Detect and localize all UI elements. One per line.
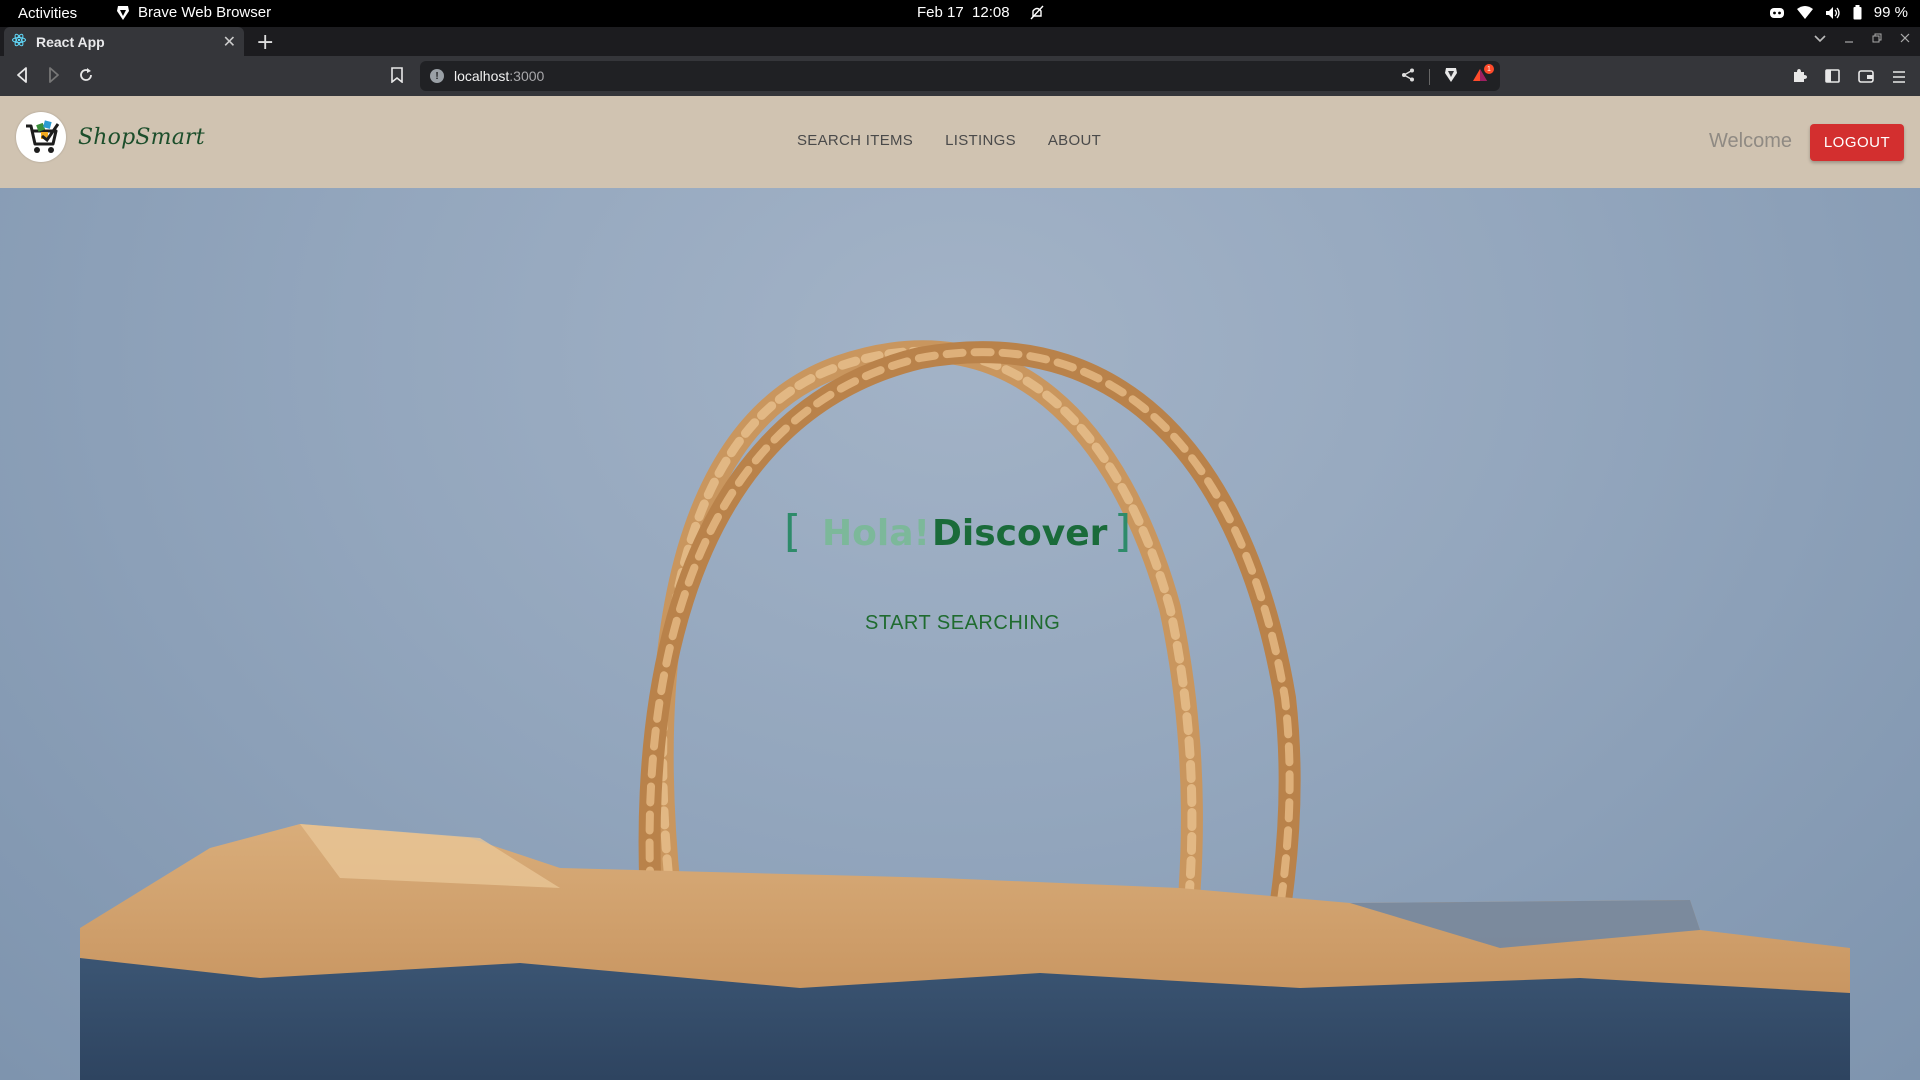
app-navbar: ShopSmart SEARCH ITEMS LISTINGS ABOUT We… (0, 96, 1920, 188)
react-favicon-icon (12, 33, 26, 50)
battery-icon[interactable] (1853, 5, 1862, 20)
logout-button[interactable]: LOGOUT (1810, 124, 1904, 161)
welcome-text: Welcome (1709, 130, 1792, 152)
page-viewport: ShopSmart SEARCH ITEMS LISTINGS ABOUT We… (0, 96, 1920, 1080)
clock[interactable]: Feb 17 12:08 (917, 4, 1044, 21)
brand[interactable]: ShopSmart (16, 112, 205, 162)
nav-links: SEARCH ITEMS LISTINGS ABOUT (797, 132, 1101, 149)
app-menu[interactable]: Brave Web Browser (116, 4, 271, 21)
share-icon[interactable] (1401, 68, 1415, 85)
bracket-left: [ (784, 506, 802, 557)
date-text: Feb 17 (917, 4, 964, 21)
start-searching-link[interactable]: START SEARCHING (865, 612, 1060, 635)
tab-close-icon[interactable]: ✕ (223, 32, 236, 52)
brand-name: ShopSmart (78, 124, 205, 150)
nav-search-items[interactable]: SEARCH ITEMS (797, 132, 913, 149)
system-tray[interactable]: 99 % (1769, 4, 1908, 21)
browser-toolbar: ! localhost:3000 1 (0, 56, 1920, 96)
reload-icon[interactable] (78, 67, 94, 87)
address-bar[interactable]: ! localhost:3000 1 (420, 61, 1500, 91)
hero-section: [ Hola! Discover ] START SEARCHING (0, 188, 1920, 1080)
nav-listings[interactable]: LISTINGS (945, 132, 1016, 149)
new-tab-icon[interactable]: + (256, 30, 274, 55)
divider (1429, 68, 1430, 85)
clock-text: Feb 17 12:08 (917, 4, 1010, 21)
rewards-badge: 1 (1484, 64, 1494, 74)
notifications-off-icon (1030, 5, 1044, 20)
menu-icon[interactable] (1892, 68, 1906, 87)
tab-title: React App (36, 33, 105, 50)
url-host: localhost (454, 68, 510, 84)
hero-greeting: Hola! (822, 513, 930, 554)
wallet-icon[interactable] (1858, 68, 1874, 87)
restore-icon[interactable] (1872, 32, 1882, 47)
brave-lion-icon (116, 5, 130, 21)
hero-headline: [ Hola! Discover ] (784, 503, 1134, 563)
url-port: :3000 (509, 68, 545, 84)
brave-shields-icon[interactable] (1444, 67, 1458, 86)
back-icon[interactable] (16, 67, 28, 87)
tab-react-app[interactable]: React App ✕ (4, 27, 244, 56)
volume-icon[interactable] (1825, 6, 1841, 20)
time-text: 12:08 (972, 4, 1010, 21)
battery-percent: 99 % (1873, 4, 1908, 21)
site-info-icon[interactable]: ! (430, 69, 444, 83)
extensions-icon[interactable] (1792, 68, 1807, 87)
address-bar-actions: 1 (1401, 64, 1494, 86)
toolbar-right-icons (1792, 68, 1906, 87)
window-controls (1814, 32, 1910, 47)
tab-search-icon[interactable] (1814, 32, 1826, 47)
bracket-right: ] (1114, 506, 1132, 557)
forward-icon[interactable] (48, 67, 60, 87)
hero-word: Discover (932, 513, 1108, 554)
minimize-icon[interactable] (1844, 32, 1854, 47)
app-menu-label: Brave Web Browser (138, 4, 272, 21)
activities-button[interactable]: Activities (18, 5, 77, 22)
bookmark-icon[interactable] (391, 67, 403, 87)
discord-icon[interactable] (1769, 7, 1785, 19)
browser-tab-strip: React App ✕ + (0, 27, 1920, 56)
nav-about[interactable]: ABOUT (1048, 132, 1101, 149)
sidebar-icon[interactable] (1825, 68, 1840, 87)
system-top-bar: Activities Brave Web Browser Feb 17 12:0… (0, 0, 1920, 27)
close-window-icon[interactable] (1900, 32, 1910, 47)
wifi-icon[interactable] (1796, 6, 1813, 19)
brave-rewards-icon[interactable]: 1 (1472, 64, 1494, 85)
cart-logo-icon (16, 112, 66, 162)
